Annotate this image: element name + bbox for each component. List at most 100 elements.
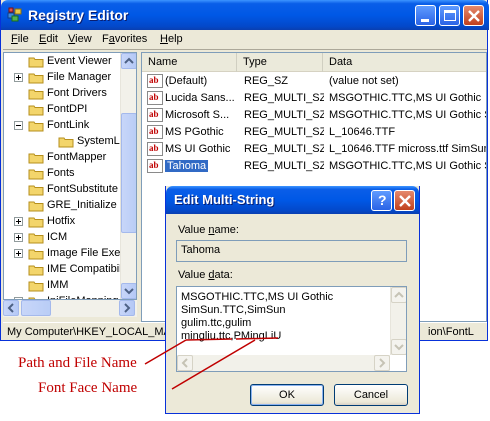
folder-icon (58, 137, 74, 148)
folder-icon (28, 89, 44, 100)
tree-item-label: Font Drivers (47, 87, 107, 99)
tree-item[interactable]: Event Viewer (4, 54, 122, 70)
folder-icon (28, 249, 44, 260)
textarea-scroll-right-button[interactable] (374, 355, 390, 371)
tree-item[interactable]: SystemLink (4, 134, 134, 150)
dialog-close-button[interactable] (394, 190, 415, 211)
table-row[interactable]: ab MS PGothic REG_MULTI_SZ L_10646.TTF (142, 124, 486, 140)
menu-help[interactable]: Help (160, 33, 183, 45)
textarea-scroll-down-button[interactable] (391, 339, 406, 355)
tree-item[interactable]: FontSubstitute (4, 182, 122, 198)
tree-item[interactable]: Fonts (4, 166, 122, 182)
table-row[interactable]: ab Microsoft S... REG_MULTI_SZ MSGOTHIC.TTC… (142, 107, 486, 123)
tree-item[interactable]: FontLink (4, 118, 122, 134)
title-bar[interactable]: Registry Editor (1, 0, 489, 30)
menu-edit-label: dit (46, 33, 58, 45)
tree-item-label: Event Viewer (47, 55, 112, 67)
string-value-icon: ab (147, 91, 163, 105)
dialog-title-bar[interactable]: Edit Multi-String ? (166, 186, 419, 214)
dialog-title: Edit Multi-String (174, 192, 275, 207)
tree-item[interactable]: FontDPI (4, 102, 122, 118)
help-button[interactable]: ? (371, 190, 392, 211)
tree-item[interactable]: IMM (4, 278, 122, 294)
cancel-button[interactable]: Cancel (334, 384, 408, 406)
textarea-vertical-scrollbar[interactable] (390, 287, 406, 355)
cell-type: REG_MULTI_SZ (244, 92, 324, 104)
tree-horizontal-scrollbar[interactable] (3, 300, 137, 317)
chevron-right-icon (124, 303, 131, 313)
cell-name: Lucida Sans... (165, 92, 235, 104)
minimize-icon (421, 19, 429, 22)
menu-view[interactable]: View (68, 33, 92, 45)
table-row[interactable]: ab Lucida Sans... REG_MULTI_SZ MSGOTHIC.TTC… (142, 90, 486, 106)
annotation-path-and-file-name: Path and File Name (18, 355, 137, 371)
maximize-button[interactable] (439, 5, 460, 26)
menu-help-label: elp (167, 33, 183, 45)
cell-type: REG_MULTI_SZ (244, 109, 324, 121)
folder-icon (28, 57, 44, 68)
column-header-type[interactable]: Type (237, 53, 323, 72)
key-tree[interactable]: IniFileMappingIMMIME CompatibiliImage Fi… (3, 52, 137, 300)
registry-icon (7, 7, 22, 22)
textarea-scroll-up-button[interactable] (391, 287, 406, 303)
tree-scroll-down-button[interactable] (121, 283, 136, 299)
tree-hscroll-thumb[interactable] (21, 300, 51, 316)
menu-file-accel: F (11, 33, 18, 45)
minimize-button[interactable] (415, 5, 436, 26)
expand-icon[interactable] (14, 73, 23, 82)
cell-data: (value not set) (329, 75, 399, 87)
tree-scroll-right-button[interactable] (119, 300, 135, 316)
menu-favorites[interactable]: Favorites (102, 33, 147, 45)
expand-icon[interactable] (14, 233, 23, 242)
chevron-left-icon (181, 358, 188, 368)
column-header-name[interactable]: Name (142, 53, 237, 72)
string-value-icon: ab (147, 74, 163, 88)
cell-data: MSGOTHIC.TTC,MS UI Gothic Sir (329, 160, 487, 172)
data-line: SimSun.TTC,SimSun (181, 304, 286, 316)
tree-item[interactable]: GRE_Initialize (4, 198, 122, 214)
column-header-data[interactable]: Data (323, 53, 486, 72)
collapse-icon[interactable] (14, 121, 23, 130)
ok-button[interactable]: OK (250, 384, 324, 406)
tree-item-label: FontSubstitute (47, 183, 118, 195)
tree-vertical-scrollbar[interactable] (120, 53, 136, 299)
tree-item[interactable]: File Manager (4, 70, 122, 86)
menu-favorites-label: vorites (114, 33, 148, 45)
tree-item[interactable]: IME Compatibili (4, 262, 124, 278)
tree-scroll-up-button[interactable] (121, 53, 136, 69)
menu-edit[interactable]: Edit (39, 33, 58, 45)
folder-icon (28, 73, 44, 84)
tree-item[interactable]: FontMapper (4, 150, 122, 166)
edit-multi-string-dialog: Edit Multi-String ? Value name: Tahoma V… (165, 186, 420, 414)
tree-item[interactable]: Image File Exec (4, 246, 126, 262)
value-name-field[interactable]: Tahoma (176, 240, 407, 262)
table-row[interactable]: ab (Default) REG_SZ (value not set) (142, 73, 486, 89)
textarea-scroll-left-button[interactable] (177, 355, 193, 371)
tree-scroll-left-button[interactable] (3, 300, 19, 316)
table-row[interactable]: ab Tahoma REG_MULTI_SZ MSGOTHIC.TTC,MS UI G… (142, 158, 487, 174)
value-data-label-post: ata: (214, 269, 233, 281)
tree-item[interactable]: Hotfix (4, 214, 122, 230)
close-button[interactable] (463, 5, 484, 26)
tree-item-label: File Manager (47, 71, 112, 83)
window-title: Registry Editor (28, 7, 129, 23)
tree-scroll-thumb[interactable] (121, 113, 136, 233)
annotation-font-face-name: Font Face Name (38, 380, 138, 396)
expand-icon[interactable] (14, 217, 23, 226)
status-path-tail: ion\FontL (428, 326, 474, 338)
expand-icon[interactable] (14, 249, 23, 258)
chevron-right-icon (379, 358, 386, 368)
textarea-horizontal-scrollbar[interactable] (177, 355, 390, 371)
tree-item[interactable]: ICM (4, 230, 122, 246)
data-line: gulim.ttc,gulim (181, 317, 252, 329)
tree-item-label: IMM (47, 279, 69, 291)
cell-type: REG_MULTI_SZ (244, 160, 324, 172)
tree-item-label: Hotfix (47, 215, 76, 227)
tree-item[interactable]: Font Drivers (4, 86, 122, 102)
value-name-label-pre: Value (178, 224, 209, 236)
value-data-textarea[interactable]: MSGOTHIC.TTC,MS UI Gothic SimSun.TTC,Sim… (176, 286, 407, 372)
menu-file[interactable]: File (11, 33, 29, 45)
table-row[interactable]: ab MS UI Gothic REG_MULTI_SZ L_10646.TTF mi… (142, 141, 486, 157)
string-value-icon: ab (147, 159, 163, 173)
folder-icon (28, 185, 44, 196)
